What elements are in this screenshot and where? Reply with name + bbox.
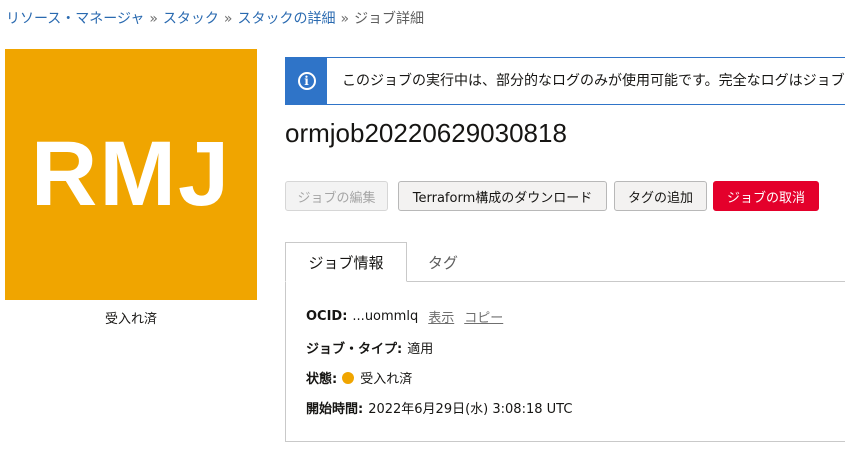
start-time-label: 開始時間: xyxy=(306,402,364,417)
job-type-value: 適用 xyxy=(407,342,434,357)
tab-tags[interactable]: タグ xyxy=(428,242,458,282)
info-icon-box: i xyxy=(286,58,327,104)
breadcrumb-stacks[interactable]: スタック xyxy=(163,11,219,27)
breadcrumb-separator: » xyxy=(149,11,158,27)
breadcrumb-stack-details[interactable]: スタックの詳細 xyxy=(237,11,335,27)
banner-message: このジョブの実行中は、部分的なログのみが使用可能です。完全なログはジョブ xyxy=(342,73,845,89)
ocid-show-link[interactable]: 表示 xyxy=(428,307,454,326)
breadcrumb: リソース・マネージャ» スタック» スタックの詳細» ジョブ詳細 xyxy=(6,8,424,28)
job-type-label: ジョブ・タイプ: xyxy=(306,342,403,357)
job-info-panel xyxy=(285,281,845,442)
start-time-row: 開始時間: 2022年6月29日(水) 3:08:18 UTC xyxy=(306,398,572,417)
add-tag-button[interactable]: タグの追加 xyxy=(614,181,707,211)
breadcrumb-resource-manager[interactable]: リソース・マネージャ xyxy=(6,11,144,27)
job-avatar: RMJ xyxy=(5,49,257,300)
tab-job-info[interactable]: ジョブ情報 xyxy=(285,242,407,282)
avatar-status-label: 受入れ済 xyxy=(104,312,157,327)
status-row: 状態: 受入れ済 xyxy=(306,368,412,387)
status-value: 受入れ済 xyxy=(360,372,413,387)
edit-job-button: ジョブの編集 xyxy=(285,181,388,211)
status-dot-icon xyxy=(342,371,355,384)
job-type-row: ジョブ・タイプ: 適用 xyxy=(306,338,433,357)
info-banner: i このジョブの実行中は、部分的なログのみが使用可能です。完全なログはジョブ xyxy=(285,57,845,105)
start-time-value: 2022年6月29日(水) 3:08:18 UTC xyxy=(368,402,573,417)
breadcrumb-separator: » xyxy=(340,11,350,27)
ocid-value: ...uommlq xyxy=(352,309,419,324)
breadcrumb-current: ジョブ詳細 xyxy=(354,11,425,27)
status-label: 状態: xyxy=(306,372,338,387)
breadcrumb-separator: » xyxy=(223,11,233,27)
ocid-row: OCID: ...uommlq 表示 コピー xyxy=(306,307,503,326)
cancel-job-button[interactable]: ジョブの取消 xyxy=(713,181,819,211)
ocid-copy-link[interactable]: コピー xyxy=(464,307,503,326)
info-icon: i xyxy=(297,72,316,90)
download-terraform-button[interactable]: Terraform構成のダウンロード xyxy=(398,181,607,211)
ocid-label: OCID: xyxy=(306,309,348,324)
page-title: ormjob20220629030818 xyxy=(285,118,567,148)
avatar-initials: RMJ xyxy=(30,123,232,225)
